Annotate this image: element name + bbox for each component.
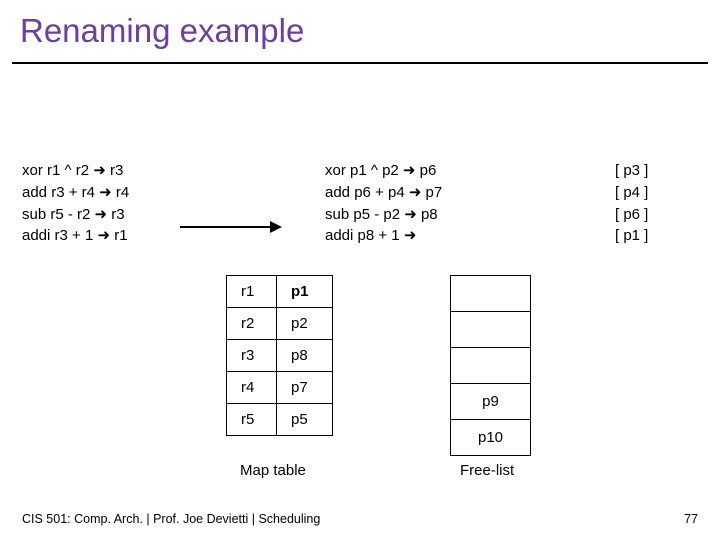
free-cell (451, 312, 531, 348)
code-line: xor p1 ^ p2 ➜ p6 (325, 160, 442, 182)
free-list-label: Free-list (460, 462, 514, 479)
source-code-block: xor r1 ^ r2 ➜ r3 add r3 + r4 ➜ r4 sub r5… (22, 160, 129, 247)
map-table-label: Map table (240, 462, 306, 479)
code-line: sub p5 - p2 ➜ p8 (325, 204, 442, 226)
map-cell-p: p5 (277, 404, 333, 436)
title-underline (12, 62, 708, 64)
map-cell-p: p7 (277, 372, 333, 404)
map-cell-p: p1 (277, 276, 333, 308)
free-cell (451, 276, 531, 312)
free-cell: p10 (451, 420, 531, 456)
code-line: sub r5 - r2 ➜ r3 (22, 204, 129, 226)
code-line: add r3 + r4 ➜ r4 (22, 182, 129, 204)
map-cell-r: r5 (227, 404, 277, 436)
map-cell-p: p8 (277, 340, 333, 372)
slide-title: Renaming example (20, 12, 304, 50)
code-line: [ p6 ] (615, 204, 648, 226)
code-line: addi r3 + 1 ➜ r1 (22, 225, 129, 247)
code-line: addi p8 + 1 ➜ (325, 225, 442, 247)
free-cell (451, 348, 531, 384)
code-line: [ p3 ] (615, 160, 648, 182)
map-table: r1p1 r2p2 r3p8 r4p7 r5p5 (226, 275, 333, 436)
free-list-table: p9 p10 (450, 275, 531, 456)
renamed-code-block: xor p1 ^ p2 ➜ p6 add p6 + p4 ➜ p7 sub p5… (325, 160, 442, 247)
footer-text: CIS 501: Comp. Arch. | Prof. Joe Deviett… (22, 512, 320, 526)
arrow-icon (180, 226, 280, 228)
page-number: 77 (684, 512, 698, 526)
free-cell: p9 (451, 384, 531, 420)
map-cell-r: r2 (227, 308, 277, 340)
freed-regs-block: [ p3 ] [ p4 ] [ p6 ] [ p1 ] (615, 160, 648, 247)
map-cell-p: p2 (277, 308, 333, 340)
code-line: [ p1 ] (615, 225, 648, 247)
map-cell-r: r3 (227, 340, 277, 372)
map-cell-r: r4 (227, 372, 277, 404)
code-line: add p6 + p4 ➜ p7 (325, 182, 442, 204)
code-line: xor r1 ^ r2 ➜ r3 (22, 160, 129, 182)
code-line: [ p4 ] (615, 182, 648, 204)
map-cell-r: r1 (227, 276, 277, 308)
